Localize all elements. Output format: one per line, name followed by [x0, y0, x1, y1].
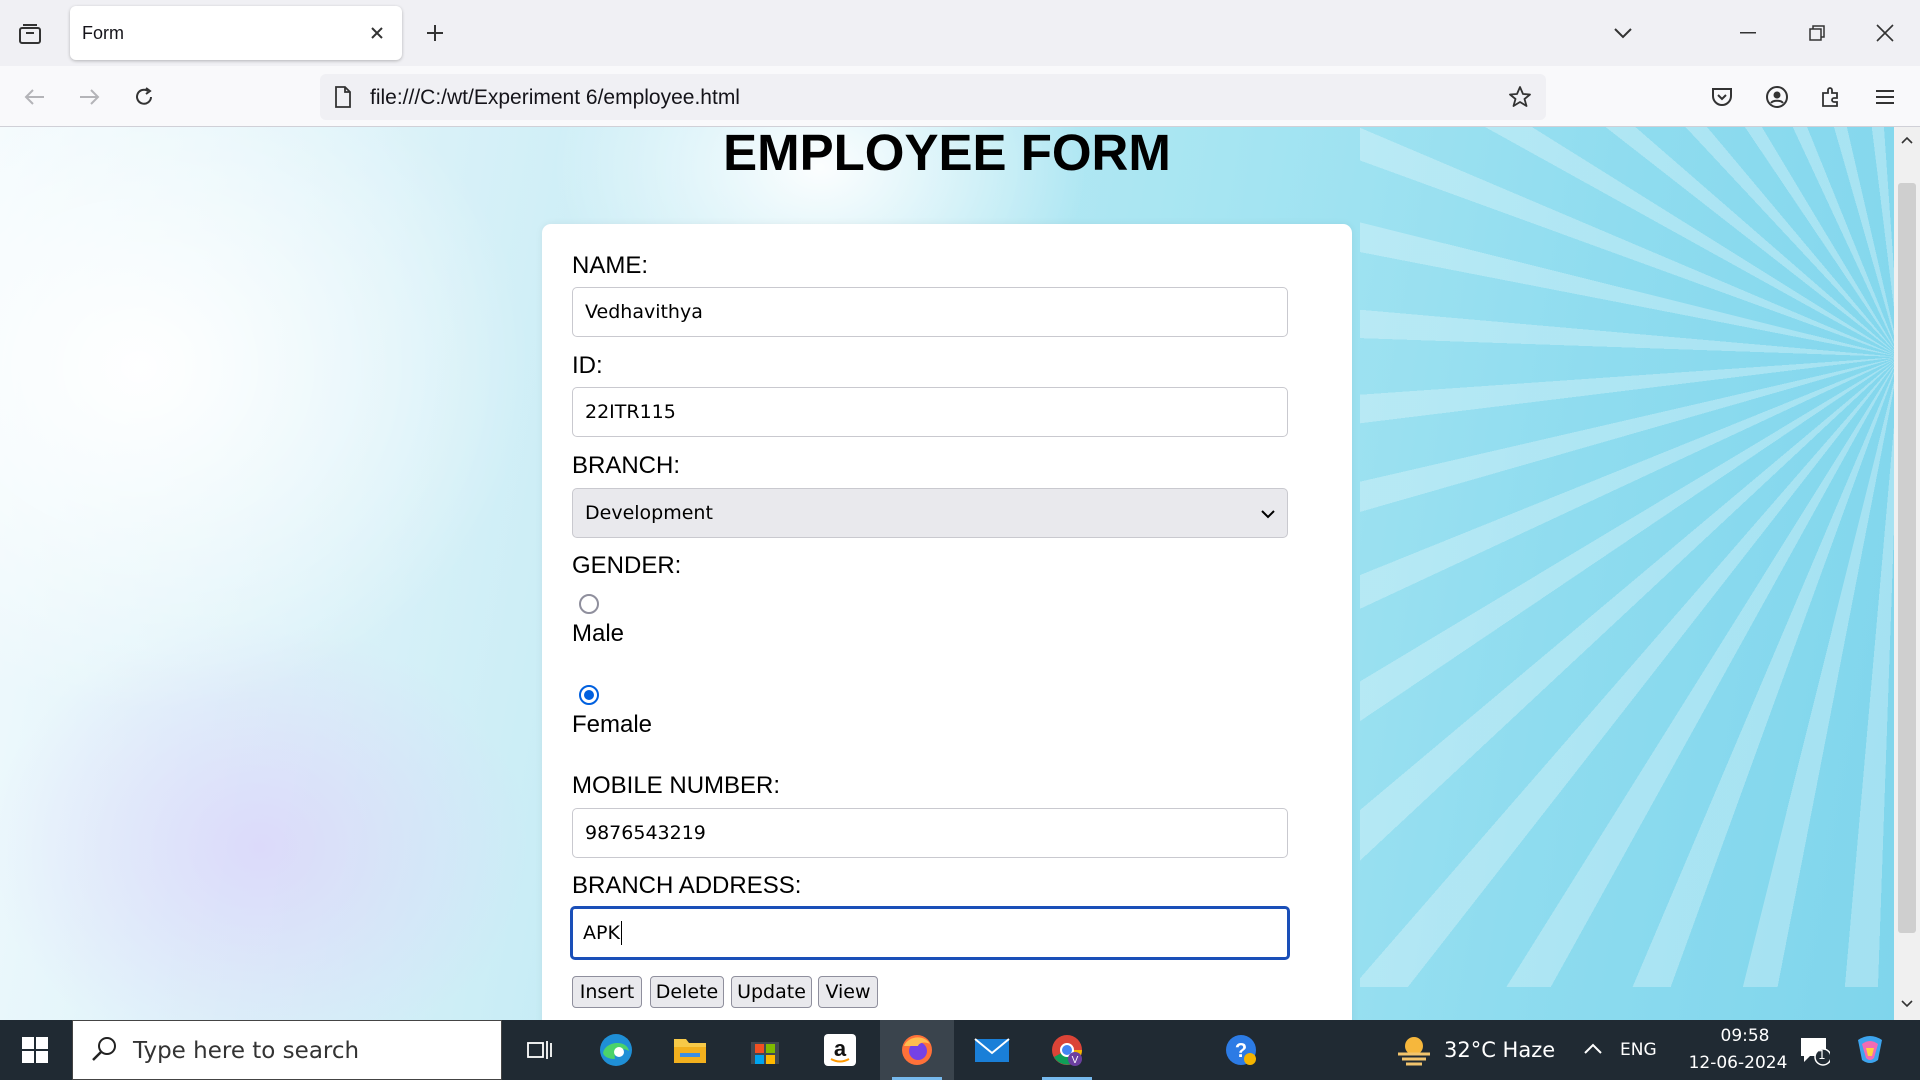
- search-icon: [91, 1035, 119, 1068]
- branch-label: BRANCH:: [572, 452, 681, 479]
- tab-title: Form: [82, 23, 124, 43]
- address-bar[interactable]: file:///C:/wt/Experiment 6/employee.html: [320, 74, 1546, 120]
- branch-select-value: Development: [585, 502, 713, 524]
- extensions-icon[interactable]: [1812, 78, 1850, 116]
- gender-female-label: Female: [572, 711, 653, 738]
- forward-arrow-icon[interactable]: [70, 78, 108, 116]
- browser-tab-bar: Form: [0, 0, 1920, 66]
- name-label: NAME:: [572, 252, 649, 279]
- clock-time[interactable]: 09:58: [1700, 1026, 1790, 1046]
- minimize-icon[interactable]: [1723, 10, 1773, 56]
- delete-button[interactable]: Delete: [650, 976, 724, 1008]
- gender-male-radio[interactable]: [579, 594, 599, 614]
- firefox-icon[interactable]: [880, 1020, 954, 1080]
- mobile-input-value: 9876543219: [585, 822, 706, 844]
- menu-icon[interactable]: [1866, 78, 1904, 116]
- chevron-down-icon: [1261, 502, 1275, 524]
- amazon-icon[interactable]: a: [803, 1020, 877, 1080]
- edge-icon[interactable]: [579, 1020, 653, 1080]
- windows-start-icon[interactable]: [0, 1020, 70, 1080]
- search-placeholder: Type here to search: [133, 1038, 360, 1064]
- vertical-scrollbar[interactable]: [1894, 127, 1920, 1020]
- svg-text:a: a: [834, 1036, 847, 1061]
- scroll-down-icon[interactable]: [1898, 995, 1916, 1013]
- scrollbar-thumb[interactable]: [1898, 183, 1916, 933]
- mobile-label: MOBILE NUMBER:: [572, 772, 781, 799]
- close-window-icon[interactable]: [1860, 10, 1910, 56]
- address-input[interactable]: APK: [570, 906, 1290, 960]
- address-label: BRANCH ADDRESS:: [572, 872, 802, 899]
- language-indicator[interactable]: ENG: [1620, 1040, 1657, 1060]
- id-label: ID:: [572, 352, 603, 379]
- mobile-input[interactable]: 9876543219: [572, 808, 1288, 858]
- view-button[interactable]: View: [818, 976, 878, 1008]
- bookmark-star-icon[interactable]: [1506, 83, 1534, 111]
- weather-icon[interactable]: [1394, 1034, 1434, 1071]
- insert-button[interactable]: Insert: [572, 976, 642, 1008]
- scroll-up-icon[interactable]: [1898, 131, 1916, 149]
- taskbar-search[interactable]: Type here to search: [72, 1020, 502, 1080]
- employee-form: NAME: Vedhavithya ID: 22ITR115 BRANCH: D…: [542, 224, 1352, 1020]
- chevron-down-icon[interactable]: [1606, 16, 1640, 50]
- text-caret: [620, 921, 622, 945]
- reload-icon[interactable]: [125, 78, 163, 116]
- notification-count: 1: [1818, 1048, 1826, 1062]
- browser-tab[interactable]: Form: [70, 6, 402, 60]
- mail-icon[interactable]: [955, 1020, 1029, 1080]
- microsoft-store-icon[interactable]: [728, 1020, 802, 1080]
- task-view-icon[interactable]: [503, 1020, 577, 1080]
- new-tab-icon[interactable]: [418, 16, 452, 50]
- id-input-value: 22ITR115: [585, 401, 676, 423]
- browser-nav-bar: file:///C:/wt/Experiment 6/employee.html: [0, 66, 1920, 127]
- gender-female-radio[interactable]: [579, 685, 599, 705]
- back-arrow-icon[interactable]: [16, 78, 54, 116]
- svg-text:V: V: [1072, 1055, 1079, 1066]
- name-input[interactable]: Vedhavithya: [572, 287, 1288, 337]
- url-text: file:///C:/wt/Experiment 6/employee.html: [370, 86, 740, 109]
- update-button[interactable]: Update: [731, 976, 812, 1008]
- chevron-up-icon[interactable]: [1584, 1042, 1602, 1060]
- help-icon[interactable]: ?: [1204, 1020, 1278, 1080]
- address-input-value: APK: [583, 922, 620, 944]
- gender-male-label: Male: [572, 620, 625, 647]
- gender-label: GENDER:: [572, 552, 682, 579]
- windows-taskbar: Type here to search a V ? 32°C Haze ENG …: [0, 1020, 1920, 1080]
- restore-icon[interactable]: [1792, 10, 1842, 56]
- close-tab-icon[interactable]: [364, 20, 390, 46]
- chrome-icon[interactable]: V: [1030, 1020, 1104, 1080]
- weather-text[interactable]: 32°C Haze: [1444, 1038, 1555, 1062]
- clock-date[interactable]: 12-06-2024: [1674, 1053, 1802, 1073]
- copilot-icon[interactable]: [1852, 1032, 1888, 1073]
- file-explorer-icon[interactable]: [653, 1020, 727, 1080]
- page-viewport: EMPLOYEE FORM NAME: Vedhavithya ID: 22IT…: [0, 127, 1894, 1020]
- background-decoration: [1360, 127, 1894, 987]
- branch-select[interactable]: Development: [572, 488, 1288, 538]
- page-icon: [334, 86, 352, 113]
- tab-list-icon[interactable]: [14, 18, 46, 50]
- account-icon[interactable]: [1758, 78, 1796, 116]
- id-input[interactable]: 22ITR115: [572, 387, 1288, 437]
- notification-icon[interactable]: 1: [1798, 1034, 1832, 1066]
- page-title: EMPLOYEE FORM: [723, 127, 1171, 181]
- pocket-icon[interactable]: [1703, 78, 1741, 116]
- name-input-value: Vedhavithya: [585, 301, 703, 323]
